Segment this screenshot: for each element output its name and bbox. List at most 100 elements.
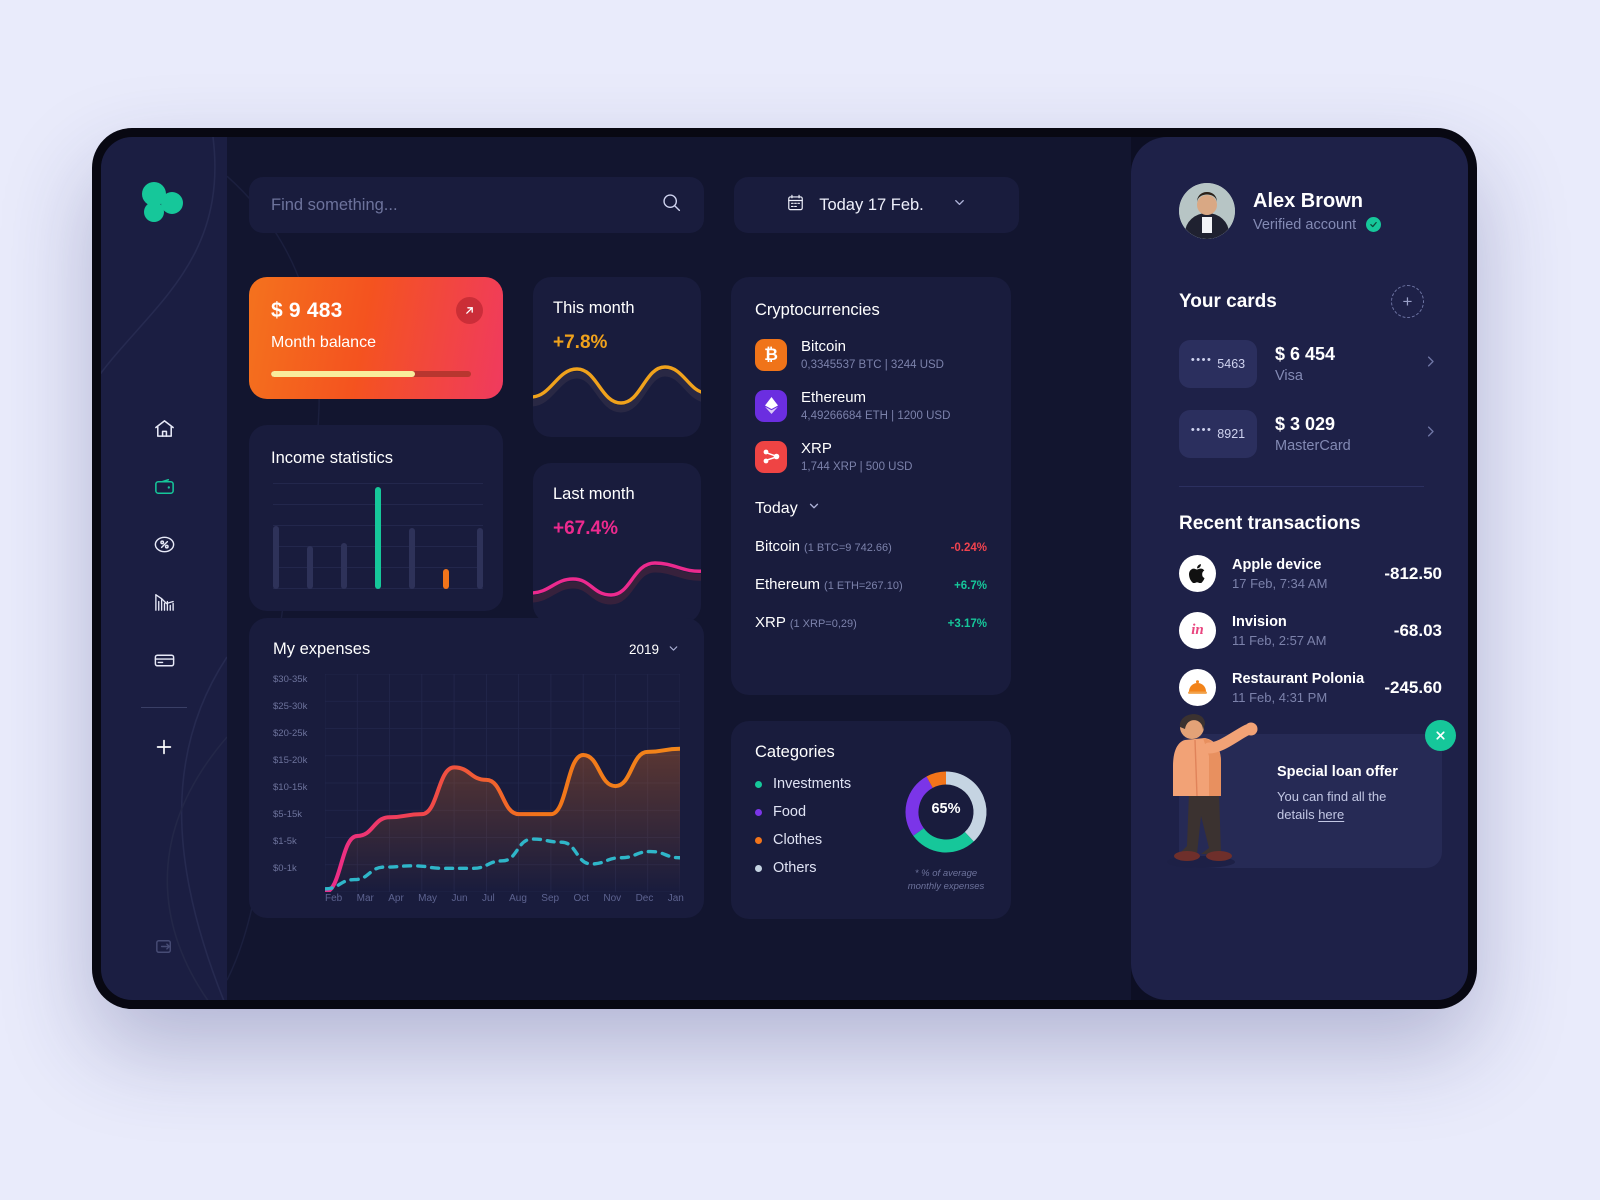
y-tick-label: $1-5k <box>273 836 297 847</box>
legend-dot <box>755 836 762 844</box>
expenses-year-select[interactable]: 2019 <box>629 642 680 658</box>
card-chip: •••• 5463 <box>1179 340 1257 388</box>
crypto-rate-row: Ethereum (1 ETH=267.10) +6.7% <box>755 576 987 594</box>
x-tick-label: Mar <box>356 893 374 904</box>
crypto-detail: 1,744 XRP | 500 USD <box>801 461 913 473</box>
transaction-amount: -68.03 <box>1393 620 1442 640</box>
chevron-right-icon[interactable] <box>1423 354 1438 374</box>
sidebar-logout-button[interactable] <box>101 935 227 958</box>
add-card-icon[interactable]: + <box>1391 285 1424 318</box>
crypto-row[interactable]: Ethereum 4,49266684 ETH | 1200 USD <box>755 389 987 422</box>
rate-value: (1 BTC=9 742.66) <box>804 542 892 554</box>
main-content: Today 17 Feb. $ 9 483 Month balance <box>227 137 1131 1000</box>
crypto-row[interactable]: XRP 1,744 XRP | 500 USD <box>755 440 987 473</box>
x-tick-label: Dec <box>635 893 654 904</box>
month-balance-card[interactable]: $ 9 483 Month balance <box>249 277 503 399</box>
balance-expand-button[interactable] <box>456 297 483 324</box>
crypto-name: XRP <box>801 440 832 457</box>
rate-change: -0.24% <box>950 542 987 554</box>
sidebar-item-statistics[interactable] <box>101 573 227 631</box>
sidebar-item-home[interactable] <box>101 399 227 457</box>
offer-link[interactable]: here <box>1318 807 1344 822</box>
section-divider <box>1179 486 1424 487</box>
date-picker[interactable]: Today 17 Feb. <box>734 177 1019 233</box>
search-input[interactable] <box>271 195 651 215</box>
expenses-year-label: 2019 <box>628 642 659 657</box>
balance-label: Month balance <box>271 334 376 351</box>
chevron-right-icon[interactable] <box>1423 424 1438 444</box>
chevron-down-icon <box>807 499 821 518</box>
categories-donut: 65% * % of average monthly expenses <box>903 769 989 894</box>
user-status: Verified account <box>1253 216 1382 233</box>
screenshot-root: Today 17 Feb. $ 9 483 Month balance <box>0 0 1600 1200</box>
sidebar-item-wallet[interactable] <box>101 457 227 515</box>
transaction-name: Invision <box>1232 613 1287 630</box>
y-tick-label: $10-15k <box>273 782 308 793</box>
arrow-up-right-icon <box>466 307 473 314</box>
y-tick-label: $5-15k <box>273 809 303 820</box>
crypto-rate-row: XRP (1 XRP=0,29) +3.17% <box>755 614 987 632</box>
x-tick-label: Nov <box>603 893 622 904</box>
y-tick-label: $0-1k <box>273 863 297 874</box>
user-profile[interactable]: Alex Brown Verified account <box>1179 183 1468 239</box>
user-status-label: Verified account <box>1253 216 1357 233</box>
transaction-name: Apple device <box>1232 556 1322 573</box>
categories-card: Categories Investments Food Clothes Others … <box>731 721 1011 919</box>
home-icon <box>153 417 176 440</box>
grid-line <box>273 483 483 484</box>
credit-card-icon <box>153 649 176 672</box>
card-masked-digits: •••• <box>1190 354 1213 366</box>
rate-value: (1 XRP=0,29) <box>789 618 857 630</box>
legend-dot <box>755 864 762 872</box>
last-month-sparkline <box>533 561 701 605</box>
income-bar <box>273 525 279 589</box>
search-box[interactable] <box>249 177 704 233</box>
special-offer-card[interactable]: Special loan offer You can find all the … <box>1167 714 1456 868</box>
this-month-card: This month +7.8% <box>533 277 701 437</box>
user-name: Alex Brown <box>1253 189 1364 212</box>
three-circles-logo[interactable] <box>139 181 185 223</box>
card-row[interactable]: •••• 5463 $ 6 454 Visa <box>1179 340 1468 388</box>
sidebar-item-percent[interactable] <box>101 515 227 573</box>
this-month-title: This month <box>553 299 635 317</box>
x-tick-label: Feb <box>325 893 343 904</box>
today-label: Today <box>755 499 798 517</box>
expenses-y-axis: $30-35k $25-30k $20-25k $15-20k $10-15k $5-15… <box>273 674 323 890</box>
transaction-row[interactable]: Apple device 17 Feb, 7:34 AM -812.50 <box>1179 555 1468 592</box>
sidebar-item-cards[interactable] <box>101 631 227 689</box>
sidebar-add-button[interactable] <box>101 718 227 776</box>
sidebar-divider <box>141 707 187 708</box>
search-icon[interactable] <box>661 192 682 218</box>
income-bar <box>341 543 347 589</box>
transaction-amount: -812.50 <box>1384 563 1442 583</box>
offer-title: Special loan offer <box>1277 764 1398 780</box>
y-tick-label: $25-30k <box>273 701 308 712</box>
balance-progress-bar <box>271 371 471 377</box>
top-bar: Today 17 Feb. <box>249 177 1131 233</box>
crypto-rates-list: Bitcoin (1 BTC=9 742.66) -0.24% Ethereum (1 … <box>755 538 987 632</box>
rate-name: Ethereum <box>755 576 821 593</box>
left-sidebar <box>101 137 227 1000</box>
crypto-row[interactable]: ₿ Bitcoin 0,3345537 BTC | 3244 USD <box>755 338 987 371</box>
bar-chart-icon <box>153 591 176 614</box>
transaction-row[interactable]: in Invision 11 Feb, 2:57 AM -68.03 <box>1179 612 1468 649</box>
transaction-amount: -245.60 <box>1384 677 1442 697</box>
crypto-rate-row: Bitcoin (1 BTC=9 742.66) -0.24% <box>755 538 987 556</box>
x-tick-label: Aug <box>509 893 527 904</box>
percent-icon <box>153 533 176 556</box>
close-icon[interactable] <box>1425 720 1456 751</box>
plus-icon <box>156 739 172 755</box>
ethereum-icon <box>755 389 787 422</box>
card-last4: 8921 <box>1217 427 1246 441</box>
offer-text: You can find all the details here <box>1277 788 1409 824</box>
today-dropdown[interactable]: Today <box>755 499 987 518</box>
card-row[interactable]: •••• 8921 $ 3 029 MasterCard <box>1179 410 1468 458</box>
balance-amount: $ 9 483 <box>271 299 343 322</box>
x-tick-label: Apr <box>388 893 404 904</box>
legend-label: Others <box>773 860 817 876</box>
my-expenses-card: My expenses 2019 $30-35k $25-30k $20-25k $1… <box>249 618 704 918</box>
y-tick-label: $15-20k <box>273 755 308 766</box>
avatar <box>1179 183 1235 239</box>
xrp-icon <box>755 440 787 473</box>
y-tick-label: $20-25k <box>273 728 308 739</box>
